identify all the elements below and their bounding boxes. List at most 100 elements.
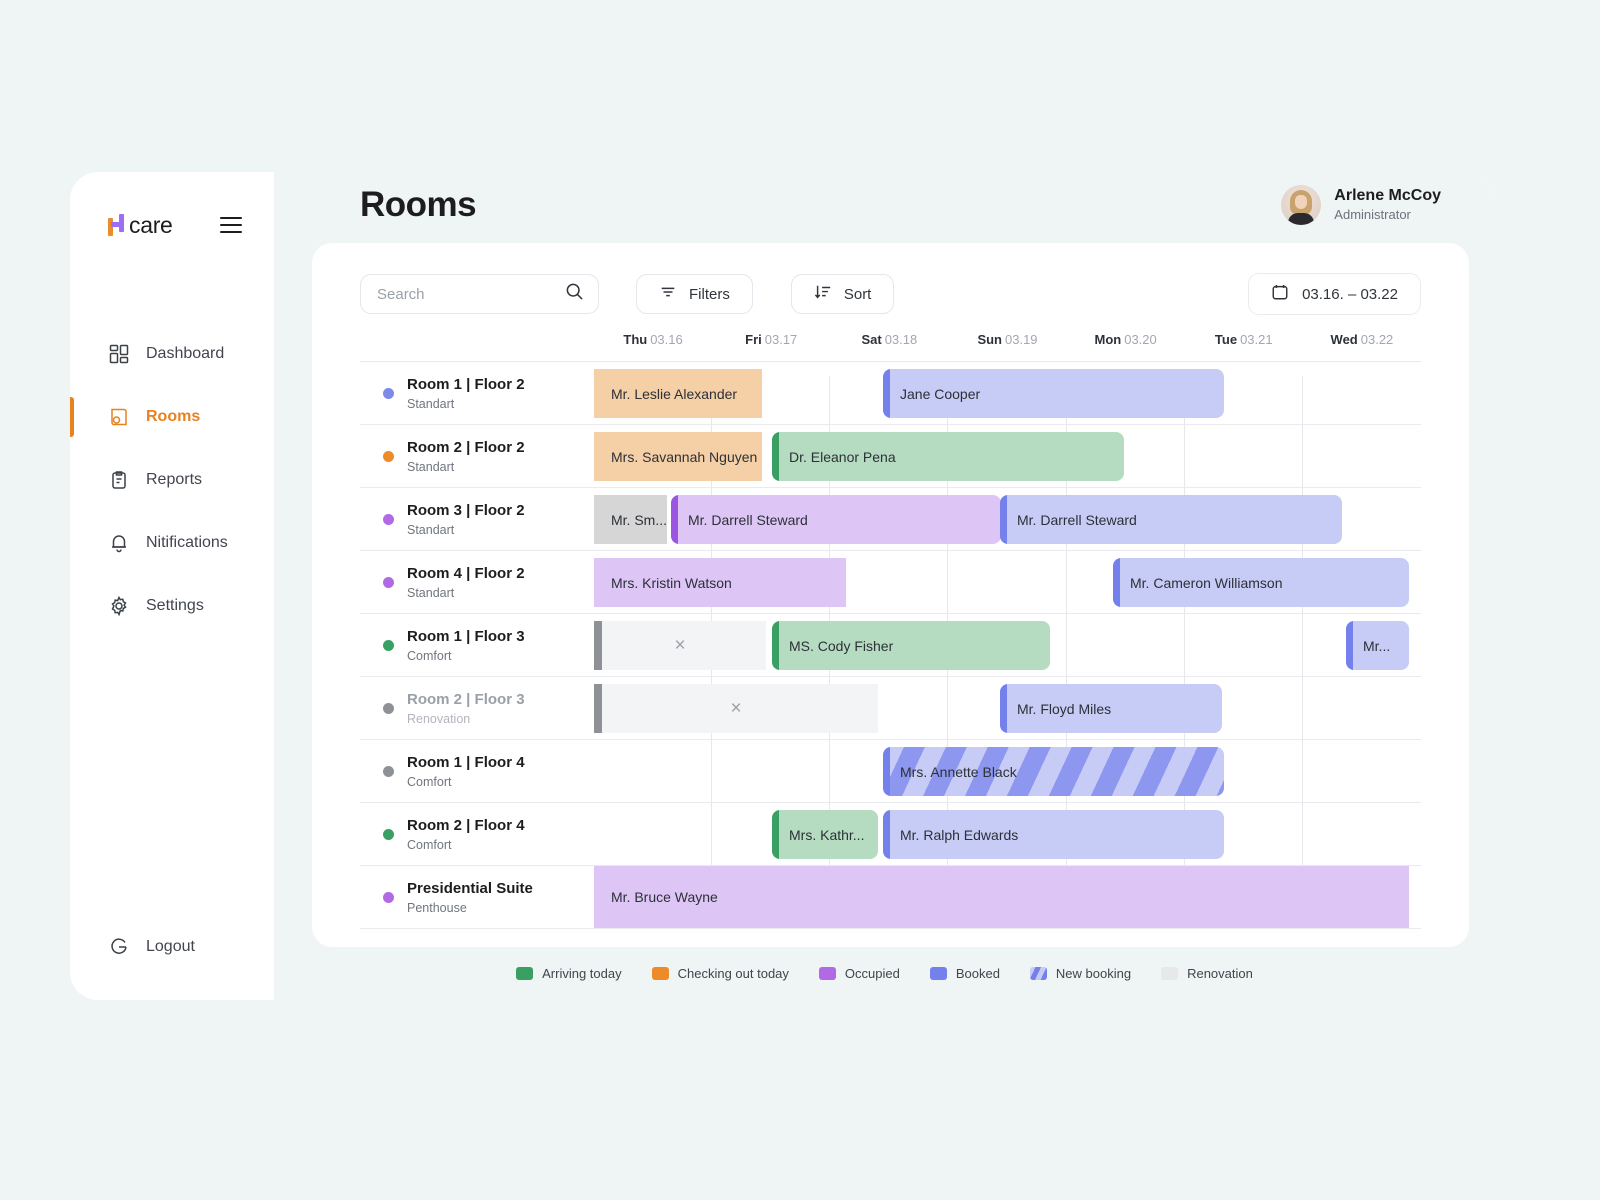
room-title: Room 2 | Floor 2 <box>407 439 525 456</box>
room-label: Room 2 | Floor 3 Renovation <box>360 677 594 739</box>
avatar <box>1281 184 1322 225</box>
filters-button[interactable]: Filters <box>636 274 753 315</box>
sort-label: Sort <box>843 285 872 303</box>
booking-bar[interactable]: Mr. Cameron Williamson <box>1113 558 1409 608</box>
day-date: 03.18 <box>884 332 918 348</box>
renovation-block[interactable]: × <box>594 621 766 671</box>
room-title: Room 4 | Floor 2 <box>407 565 525 582</box>
room-title: Room 2 | Floor 4 <box>407 817 525 834</box>
booking-bar[interactable]: Mrs. Savannah Nguyen <box>594 432 762 482</box>
table-row[interactable]: Presidential Suite Penthouse Mr. Bruce Way… <box>360 866 1421 930</box>
room-type: Renovation <box>407 711 471 726</box>
day-header: Wed 03.22 <box>1303 332 1421 347</box>
day-name: Sat <box>861 332 882 348</box>
room-label: Room 1 | Floor 2 Standart <box>360 362 594 424</box>
booking-bar[interactable]: Mrs. Kristin Watson <box>594 558 846 608</box>
menu-toggle-icon[interactable] <box>216 213 246 237</box>
legend: Arriving today Checking out today Occupied… <box>274 947 1495 1000</box>
booking-bar[interactable]: Mr. Darrell Steward <box>1000 495 1342 545</box>
clipboard-icon <box>108 469 130 491</box>
table-row[interactable]: Room 3 | Floor 2 Standart Mr. Sm... Mr. Dar… <box>360 488 1421 552</box>
booking-bar[interactable]: Mrs. Kathr... <box>772 810 878 860</box>
sidebar-item-dashboard[interactable]: Dashboard <box>70 322 274 385</box>
sidebar: care Dashboard Rooms Reports Nitificatio… <box>70 172 274 1000</box>
search-box[interactable] <box>360 274 599 315</box>
bell-icon <box>108 532 130 554</box>
legend-swatch <box>516 967 534 981</box>
room-title: Room 1 | Floor 2 <box>407 376 525 393</box>
sidebar-nav: Dashboard Rooms Reports Nitifications Se… <box>70 322 274 637</box>
sidebar-item-notifications[interactable]: Nitifications <box>70 511 274 574</box>
sort-button[interactable]: Sort <box>790 274 895 315</box>
booking-bar[interactable]: Mr. Floyd Miles <box>1000 684 1222 734</box>
logout-icon <box>108 936 130 958</box>
legend-item: Occupied <box>818 966 900 982</box>
search-input[interactable] <box>377 285 552 303</box>
table-row[interactable]: Room 2 | Floor 3 Renovation × Mr. Floyd Mil… <box>360 677 1421 741</box>
guest-name: Mr. Darrell Steward <box>1017 511 1137 528</box>
sidebar-item-reports[interactable]: Reports <box>70 448 274 511</box>
calendar-icon <box>1271 283 1289 305</box>
status-dot-icon <box>383 576 394 588</box>
booking-bar[interactable]: Mr. Darrell Steward <box>671 495 1001 545</box>
day-header: Thu 03.16 <box>594 332 712 347</box>
booking-bar[interactable]: Mr. Leslie Alexander <box>594 369 762 419</box>
day-header: Sun 03.19 <box>948 332 1066 347</box>
booking-bar[interactable]: Mr. Sm... <box>594 495 667 545</box>
day-header: Fri 03.17 <box>712 332 830 347</box>
legend-swatch <box>818 967 836 981</box>
table-row[interactable]: Room 2 | Floor 2 Standart Mrs. Savannah Ng… <box>360 425 1421 489</box>
day-date: 03.17 <box>764 332 798 348</box>
page-title: Rooms <box>360 184 477 224</box>
filter-icon <box>659 283 677 305</box>
room-type: Standart <box>407 522 455 537</box>
guest-name: Mr. Sm... <box>611 511 667 528</box>
booking-bar[interactable]: Dr. Eleanor Pena <box>772 432 1124 482</box>
room-type: Comfort <box>407 774 452 789</box>
booking-track: Mr. Leslie Alexander Jane Cooper <box>594 362 1421 424</box>
table-row[interactable]: Room 1 | Floor 4 Comfort Mrs. Annette Blac… <box>360 740 1421 804</box>
app-logo[interactable]: care <box>108 212 173 239</box>
sidebar-item-label: Settings <box>146 596 204 614</box>
legend-item: New booking <box>1029 966 1131 981</box>
date-range-picker[interactable]: 03.16. – 03.22 <box>1248 273 1421 316</box>
booking-bar[interactable]: Mrs. Annette Black <box>883 747 1224 797</box>
booking-track: × MS. Cody Fisher Mr... <box>594 614 1421 676</box>
sidebar-item-settings[interactable]: Settings <box>70 574 274 637</box>
sidebar-item-rooms[interactable]: Rooms <box>70 385 274 448</box>
table-row[interactable]: Room 4 | Floor 2 Standart Mrs. Kristin Wat… <box>360 551 1421 615</box>
booking-bar[interactable]: Mr. Bruce Wayne <box>594 866 1409 929</box>
room-label: Room 2 | Floor 4 Comfort <box>360 803 594 865</box>
day-name: Thu <box>623 332 648 348</box>
guest-name: Mr. Darrell Steward <box>688 511 808 528</box>
guest-name: Mr... <box>1363 637 1391 654</box>
booking-bar[interactable]: Jane Cooper <box>883 369 1224 419</box>
room-type: Comfort <box>407 648 452 663</box>
user-profile[interactable]: Arlene McCoy Administrator <box>1281 184 1441 225</box>
search-icon[interactable] <box>565 282 584 306</box>
booking-track: Mr. Sm... Mr. Darrell Steward Mr. Darrell … <box>594 488 1421 550</box>
room-label: Room 1 | Floor 3 Comfort <box>360 614 594 676</box>
day-name: Tue <box>1214 332 1238 348</box>
legend-swatch <box>1161 967 1179 981</box>
close-icon: × <box>674 635 686 657</box>
logout-button[interactable]: Logout <box>70 936 274 958</box>
dashboard-icon <box>108 343 130 365</box>
booking-bar[interactable]: MS. Cody Fisher <box>772 621 1050 671</box>
renovation-block[interactable]: × <box>594 684 878 734</box>
table-row[interactable]: Room 1 | Floor 2 Standart Mr. Leslie Alexa… <box>360 362 1421 426</box>
booking-track: Mrs. Annette Black <box>594 740 1421 802</box>
table-row[interactable]: Room 1 | Floor 3 Comfort × MS. Cody Fisher M… <box>360 614 1421 678</box>
booking-bar[interactable]: Mr. Ralph Edwards <box>883 810 1224 860</box>
day-header: Mon 03.20 <box>1067 332 1185 347</box>
status-dot-icon <box>383 891 394 903</box>
booking-bar[interactable]: Mr... <box>1346 621 1409 671</box>
logo-text: care <box>129 211 173 238</box>
guest-name: Mr. Floyd Miles <box>1017 700 1112 717</box>
legend-label: Occupied <box>844 966 900 982</box>
sidebar-item-label: Rooms <box>146 407 201 425</box>
table-row[interactable]: Room 2 | Floor 4 Comfort Mrs. Kathr... Mr. … <box>360 803 1421 867</box>
guest-name: Mr. Bruce Wayne <box>611 889 718 906</box>
room-type: Comfort <box>407 837 452 852</box>
day-date: 03.20 <box>1124 332 1157 348</box>
